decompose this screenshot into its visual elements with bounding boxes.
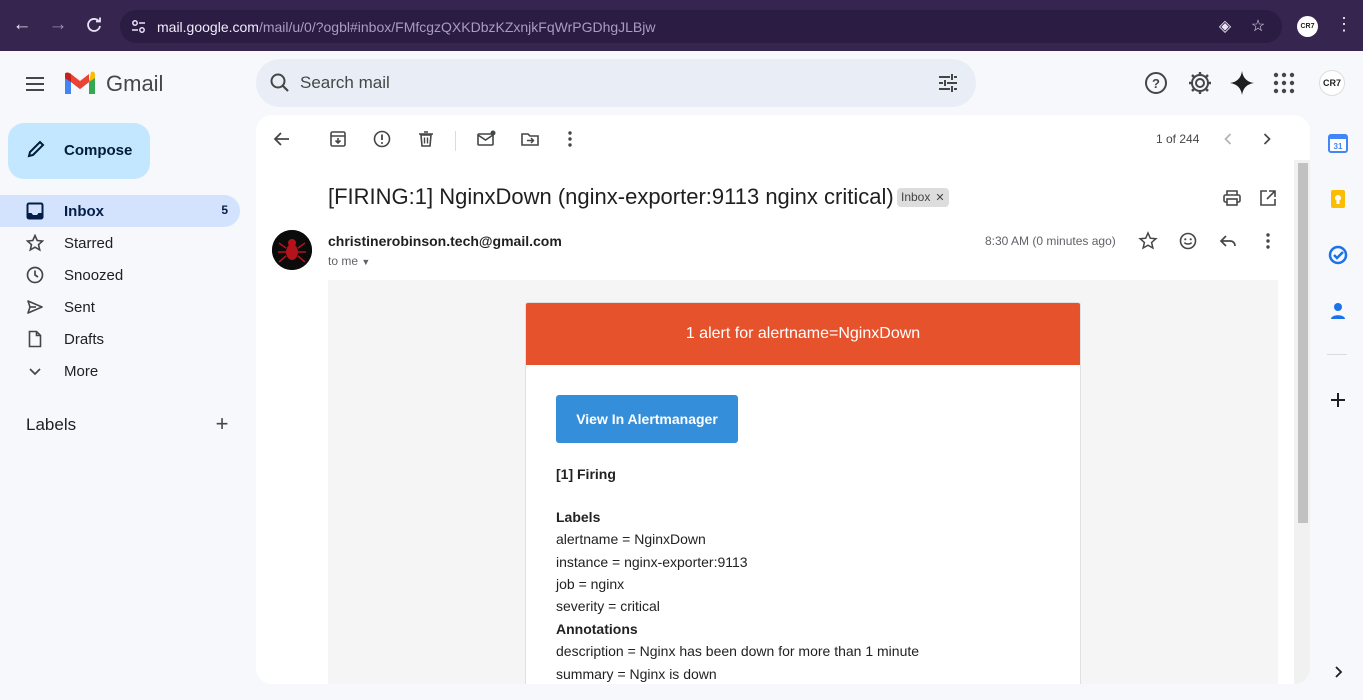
move-to-icon[interactable] bbox=[520, 129, 540, 149]
draft-icon bbox=[28, 330, 42, 348]
add-label-icon[interactable]: + bbox=[212, 413, 232, 435]
delete-icon[interactable] bbox=[416, 129, 436, 149]
inbox-label-chip[interactable]: Inbox ✕ bbox=[897, 188, 949, 207]
site-info-icon[interactable] bbox=[130, 18, 147, 35]
compose-label: Compose bbox=[64, 142, 133, 159]
scrollbar-thumb[interactable] bbox=[1298, 163, 1308, 523]
main-menu-icon[interactable] bbox=[22, 72, 48, 96]
view-in-alertmanager-button[interactable]: View In Alertmanager bbox=[556, 395, 738, 443]
forward-icon[interactable]: → bbox=[45, 12, 71, 38]
browser-profile-avatar[interactable]: CR7 bbox=[1297, 16, 1318, 37]
mark-unread-icon[interactable] bbox=[476, 129, 496, 149]
gemini-sparkle-icon[interactable] bbox=[1229, 70, 1255, 96]
message-time: 8:30 AM (0 minutes ago) bbox=[985, 234, 1116, 248]
sidebar-item-label: Snoozed bbox=[64, 267, 124, 284]
sidebar-item-sent[interactable]: Sent bbox=[0, 291, 240, 323]
sender-avatar[interactable] bbox=[272, 230, 312, 270]
label-line: instance = nginx-exporter:9113 bbox=[556, 554, 748, 570]
open-in-new-window-icon[interactable] bbox=[1258, 188, 1278, 208]
extension-icon[interactable]: ◈ bbox=[1216, 18, 1234, 36]
address-bar[interactable]: mail.google.com/mail/u/0/?ogbl#inbox/FMf… bbox=[120, 10, 1282, 43]
sender-email[interactable]: christinerobinson.tech@gmail.com bbox=[328, 233, 562, 249]
label-line: job = nginx bbox=[556, 576, 625, 592]
search-icon[interactable] bbox=[268, 71, 292, 95]
sidebar-item-drafts[interactable]: Drafts bbox=[0, 323, 240, 355]
message-more-icon[interactable] bbox=[1258, 231, 1278, 251]
reply-icon[interactable] bbox=[1218, 231, 1238, 251]
send-icon bbox=[27, 300, 43, 314]
alert-header: 1 alert for alertname=NginxDown bbox=[526, 303, 1080, 365]
pencil-icon bbox=[27, 140, 45, 158]
email-body: 1 alert for alertname=NginxDown View In … bbox=[328, 280, 1278, 684]
sidebar-item-label: Inbox bbox=[64, 203, 104, 220]
email-subject: [FIRING:1] NginxDown (nginx-exporter:911… bbox=[328, 184, 894, 209]
clock-icon bbox=[26, 266, 44, 284]
account-avatar[interactable]: CR7 bbox=[1319, 70, 1345, 96]
alert-card: 1 alert for alertname=NginxDown View In … bbox=[525, 302, 1081, 684]
back-to-inbox-icon[interactable] bbox=[272, 129, 292, 149]
older-chevron-right-icon[interactable] bbox=[1257, 129, 1277, 149]
sidebar-item-label: Drafts bbox=[64, 331, 105, 348]
gmail-logo-icon[interactable] bbox=[63, 70, 97, 96]
annotation-line: description = Nginx has been down for mo… bbox=[556, 643, 920, 659]
star-message-icon[interactable] bbox=[1138, 231, 1158, 251]
rail-divider bbox=[1327, 354, 1347, 355]
recipient-text: to me bbox=[328, 254, 359, 268]
svg-text:?: ? bbox=[1152, 76, 1160, 91]
apps-grid-icon[interactable] bbox=[1271, 70, 1297, 96]
search-options-icon[interactable] bbox=[936, 71, 960, 95]
sidebar-item-more[interactable]: More bbox=[0, 355, 240, 387]
print-icon[interactable] bbox=[1222, 188, 1242, 208]
compose-button[interactable]: Compose bbox=[8, 123, 150, 179]
contacts-icon[interactable] bbox=[1328, 301, 1348, 321]
chevron-down-icon bbox=[29, 368, 41, 376]
newer-chevron-left-icon[interactable] bbox=[1218, 129, 1238, 149]
message-pane: 1 of 244 [FIRING:1] NginxDown (nginx-exp… bbox=[256, 115, 1310, 684]
search-bar[interactable]: Search mail bbox=[256, 59, 976, 107]
toolbar-divider bbox=[455, 131, 456, 151]
remove-label-icon[interactable]: ✕ bbox=[935, 192, 944, 204]
emoji-reaction-icon[interactable] bbox=[1178, 231, 1198, 251]
report-spam-icon[interactable] bbox=[372, 129, 392, 149]
annotations-heading: Annotations bbox=[556, 621, 638, 637]
bookmark-star-icon[interactable]: ☆ bbox=[1249, 18, 1267, 36]
sidebar-item-inbox[interactable]: Inbox 5 bbox=[0, 195, 240, 227]
sidebar-item-label: More bbox=[64, 363, 99, 380]
labels-section-heading: Labels bbox=[556, 509, 601, 525]
back-icon[interactable]: ← bbox=[9, 12, 35, 38]
browser-menu-icon[interactable]: ⋮ bbox=[1334, 14, 1354, 38]
inbox-icon bbox=[26, 202, 44, 220]
keep-icon[interactable] bbox=[1328, 189, 1348, 209]
more-options-icon[interactable] bbox=[560, 129, 580, 149]
settings-gear-icon[interactable] bbox=[1187, 70, 1213, 96]
label-line: alertname = NginxDown bbox=[556, 531, 706, 547]
sidebar-item-label: Starred bbox=[64, 235, 114, 252]
label-line: severity = critical bbox=[556, 598, 660, 614]
label-chip-text: Inbox bbox=[901, 190, 931, 204]
reload-icon[interactable] bbox=[81, 12, 107, 38]
sidebar-item-label: Sent bbox=[64, 299, 95, 316]
get-addons-plus-icon[interactable] bbox=[1328, 390, 1348, 410]
archive-icon[interactable] bbox=[328, 129, 348, 149]
show-side-panel-chevron-icon[interactable] bbox=[1328, 662, 1348, 682]
spider-avatar-icon bbox=[272, 230, 312, 270]
svg-text:31: 31 bbox=[1334, 142, 1343, 151]
unread-count: 5 bbox=[221, 203, 228, 217]
labels-heading: Labels bbox=[26, 415, 77, 434]
calendar-icon[interactable]: 31 bbox=[1328, 133, 1348, 153]
firing-heading: [1] Firing bbox=[556, 466, 616, 482]
star-icon bbox=[26, 234, 44, 252]
tasks-icon[interactable] bbox=[1328, 245, 1348, 265]
annotation-line: summary = Nginx is down bbox=[556, 666, 717, 682]
gmail-brand-text[interactable]: Gmail bbox=[106, 71, 163, 97]
help-icon[interactable]: ? bbox=[1143, 70, 1169, 96]
browser-toolbar: ← → mail.google.com/mail/u/0/?ogbl#inbox… bbox=[0, 0, 1363, 51]
recipient-summary[interactable]: to me ▼ bbox=[328, 254, 370, 268]
url-text[interactable]: mail.google.com/mail/u/0/?ogbl#inbox/FMf… bbox=[157, 19, 656, 35]
chevron-down-icon[interactable]: ▼ bbox=[361, 257, 370, 267]
search-input[interactable]: Search mail bbox=[300, 73, 390, 93]
sidebar-item-starred[interactable]: Starred bbox=[0, 227, 240, 259]
sidebar-item-snoozed[interactable]: Snoozed bbox=[0, 259, 240, 291]
pagination-text: 1 of 244 bbox=[1156, 132, 1200, 146]
